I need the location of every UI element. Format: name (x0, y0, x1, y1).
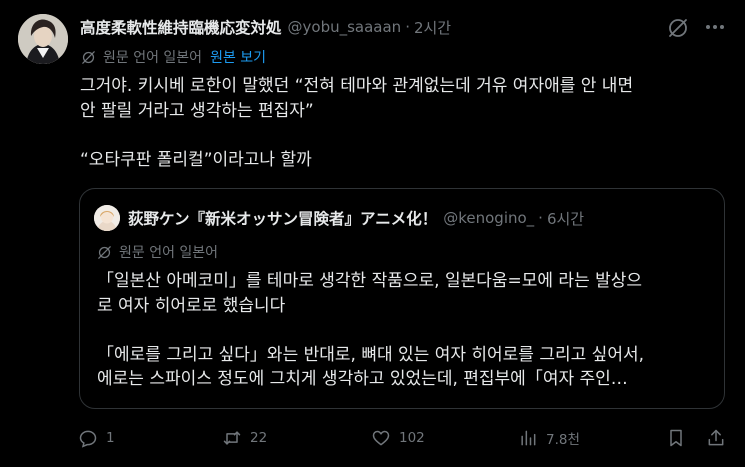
views-count: 7.8천 (546, 432, 580, 448)
display-name[interactable]: 高度柔軟性維持臨機応変対処 (80, 16, 282, 38)
quoted-text-line: 에로는 스파이스 정도에 그치게 생각하고 있었는데, 편집부에「여자 주인… (97, 369, 628, 389)
quoted-post-text: 「일본산 아메코미」를 테마로 생각한 작품으로, 일본다움=모에 라는 발상으… (97, 269, 717, 392)
quoted-display-name[interactable]: 荻野ケン『新米オッサン冒険者』アニメ化！ (128, 207, 437, 229)
more-icon[interactable] (704, 16, 726, 38)
like-count: 102 (399, 430, 425, 446)
action-bar: 1 22 102 7.8천 (78, 426, 728, 450)
post-text-gap (80, 123, 730, 148)
separator: · (538, 209, 543, 227)
post-text-line: “오타쿠판 폴리컬”이라고나 할까 (80, 149, 312, 170)
bookmark-button[interactable] (666, 426, 694, 450)
grok-icon[interactable] (666, 16, 690, 40)
quoted-avatar[interactable] (94, 205, 120, 231)
tweet[interactable]: 高度柔軟性維持臨機応変対処 @yobu_saaaan · 2시간 원문 언어 일… (0, 0, 745, 467)
quoted-text-line: 로 여자 히어로로 했습니다 (97, 295, 286, 316)
translate-icon (98, 245, 111, 259)
quoted-text-line: 「에로를 그리고 싶다」와는 반대로, 뼈대 있는 여자 히어로를 그리고 싶어… (97, 344, 645, 365)
quoted-post[interactable]: 荻野ケン『新米オッサン冒険者』アニメ化！ @kenogino_ · 6시간 원문… (79, 188, 725, 409)
views-button[interactable]: 7.8천 (518, 426, 580, 450)
reply-icon (79, 430, 97, 448)
like-icon (372, 430, 390, 446)
quoted-translation-label: 원문 언어 일본어 (119, 245, 219, 261)
quoted-translation-notice: 원문 언어 일본어 (96, 241, 218, 263)
repost-icon (223, 431, 241, 445)
show-original-link[interactable]: 원본 보기 (210, 47, 266, 67)
quoted-timestamp[interactable]: 6시간 (547, 208, 584, 229)
translate-icon (82, 50, 95, 64)
separator: · (405, 18, 410, 36)
post-text-line: 안 팔릴 거라고 생각하는 편집자” (80, 100, 314, 121)
quoted-text-line: 「일본산 아메코미」를 테마로 생각한 작품으로, 일본다움=모에 라는 발상으 (97, 271, 643, 291)
views-icon (521, 430, 536, 446)
repost-count: 22 (250, 430, 268, 446)
post-text-line: 그거야. 키시베 로한이 말했던 “전혀 테마와 관계없는데 거유 여자애를 안… (80, 76, 634, 96)
share-icon (708, 429, 724, 446)
post-text: 그거야. 키시베 로한이 말했던 “전혀 테마와 관계없는데 거유 여자애를 안… (80, 74, 730, 172)
translation-label: 원문 언어 일본어 (103, 50, 203, 66)
handle[interactable]: @yobu_saaaan (288, 18, 402, 36)
reply-count: 1 (106, 430, 115, 446)
reply-button[interactable]: 1 (78, 426, 115, 450)
timestamp[interactable]: 2시간 (414, 17, 451, 38)
quoted-handle[interactable]: @kenogino_ (443, 209, 534, 227)
quoted-text-gap (97, 318, 717, 343)
quoted-post-header: 荻野ケン『新米オッサン冒険者』アニメ化！ @kenogino_ · 6시간 (94, 205, 584, 231)
post-header: 高度柔軟性維持臨機応変対処 @yobu_saaaan · 2시간 (80, 14, 685, 40)
bookmark-icon (670, 429, 682, 447)
repost-button[interactable]: 22 (222, 426, 267, 450)
translation-notice: 원문 언어 일본어 원본 보기 (80, 46, 266, 68)
like-button[interactable]: 102 (371, 426, 425, 450)
avatar[interactable] (18, 14, 68, 64)
share-button[interactable] (706, 426, 734, 450)
